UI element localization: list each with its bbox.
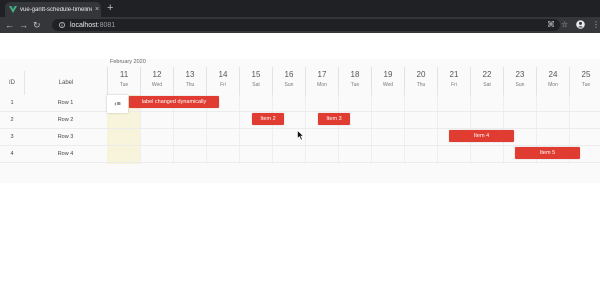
day-weekday: Fri bbox=[220, 82, 226, 88]
day-header: 15 Sat bbox=[239, 67, 272, 95]
day-weekday: Tue bbox=[350, 82, 360, 88]
month-label: February 2020 bbox=[110, 59, 146, 65]
day-number: 21 bbox=[449, 70, 459, 79]
day-header: 24 Mon bbox=[536, 67, 569, 95]
day-header: 22 Sat bbox=[470, 67, 503, 95]
gantt-chart: February 2020 ID Label 11 Tue 12 Wed 13 Thu… bbox=[0, 59, 600, 183]
day-weekday: Mon bbox=[317, 82, 327, 88]
mouse-cursor-icon bbox=[297, 130, 305, 141]
bookmark-star-icon[interactable]: ☆ bbox=[561, 20, 568, 30]
day-header: 11 Tue bbox=[107, 67, 140, 95]
gantt-item[interactable]: Item 4 bbox=[449, 130, 514, 142]
profile-avatar-icon[interactable] bbox=[576, 20, 585, 29]
row-id: 3 bbox=[10, 134, 14, 140]
day-weekday: Tue bbox=[119, 82, 129, 88]
label-column-header[interactable]: Label bbox=[24, 71, 107, 95]
forward-button[interactable]: → bbox=[19, 20, 28, 30]
browser-tab[interactable]: vue-gantt-schedule-timeline-c × bbox=[5, 2, 101, 17]
row-label: Row 1 bbox=[57, 100, 74, 106]
info-icon bbox=[59, 22, 65, 28]
gantt-row[interactable]: 4 Row 4 bbox=[0, 146, 600, 163]
gantt-row[interactable]: 2 Row 2 bbox=[0, 112, 600, 129]
day-header: 16 Sun bbox=[272, 67, 305, 95]
day-header: 25 Tue bbox=[569, 67, 600, 95]
day-header: 23 Sun bbox=[503, 67, 536, 95]
row-label: Row 3 bbox=[57, 134, 74, 140]
day-weekday: Thu bbox=[416, 82, 426, 88]
day-number: 19 bbox=[383, 70, 393, 79]
day-number: 22 bbox=[482, 70, 492, 79]
reload-button[interactable]: ↻ bbox=[33, 20, 41, 30]
page-content: February 2020 ID Label 11 Tue 12 Wed 13 Thu… bbox=[0, 33, 600, 292]
day-weekday: Thu bbox=[185, 82, 195, 88]
day-header: 21 Fri bbox=[437, 67, 470, 95]
gantt-item[interactable]: Item 3 bbox=[318, 113, 350, 125]
day-header: 19 Wed bbox=[371, 67, 404, 95]
row-id: 2 bbox=[10, 117, 14, 123]
day-weekday: Mon bbox=[548, 82, 558, 88]
day-number: 23 bbox=[515, 70, 525, 79]
day-number: 25 bbox=[581, 70, 591, 79]
day-weekday: Wed bbox=[382, 82, 394, 88]
day-header-row: 11 Tue 12 Wed 13 Thu 14 Fri 15 Sat 16 Sun 17 Mo… bbox=[107, 67, 600, 95]
day-number: 24 bbox=[548, 70, 558, 79]
day-weekday: Sun bbox=[284, 82, 294, 88]
day-header: 17 Mon bbox=[305, 67, 338, 95]
browser-tab-bar: vue-gantt-schedule-timeline-c × + bbox=[0, 0, 600, 17]
close-tab-icon[interactable]: × bbox=[95, 6, 99, 13]
day-weekday: Wed bbox=[151, 82, 163, 88]
day-weekday: Sat bbox=[252, 82, 260, 88]
day-header: 12 Wed bbox=[140, 67, 173, 95]
day-number: 17 bbox=[317, 70, 327, 79]
gantt-item[interactable]: label changed dynamically bbox=[129, 96, 219, 108]
day-weekday: Tue bbox=[581, 82, 591, 88]
browser-menu-icon[interactable]: ⋮ bbox=[592, 20, 600, 30]
day-number: 18 bbox=[350, 70, 360, 79]
address-bar[interactable]: localhost :8081 bbox=[52, 19, 560, 31]
gantt-item[interactable]: Item 2 bbox=[252, 113, 284, 125]
list-toggle-button[interactable]: ‹≡ bbox=[107, 95, 128, 113]
day-header: 20 Thu bbox=[404, 67, 437, 95]
tab-title: vue-gantt-schedule-timeline-c bbox=[20, 6, 92, 13]
day-number: 11 bbox=[119, 70, 129, 79]
back-button[interactable]: ← bbox=[5, 20, 14, 30]
gantt-item[interactable]: Item 5 bbox=[515, 147, 580, 159]
day-weekday: Sun bbox=[515, 82, 525, 88]
url-host: localhost bbox=[70, 21, 98, 29]
new-tab-button[interactable]: + bbox=[107, 2, 113, 15]
day-header: 18 Tue bbox=[338, 67, 371, 95]
id-column-header[interactable]: ID bbox=[0, 71, 24, 95]
day-weekday: Fri bbox=[451, 82, 457, 88]
day-number: 12 bbox=[152, 70, 162, 79]
day-number: 16 bbox=[284, 70, 294, 79]
browser-toolbar: ← → ↻ localhost :8081 ⌘ ☆ ⋮ bbox=[0, 17, 600, 33]
day-number: 15 bbox=[251, 70, 261, 79]
vue-logo-icon bbox=[9, 6, 17, 13]
gantt-row[interactable]: 1 Row 1 bbox=[0, 95, 600, 112]
day-number: 20 bbox=[416, 70, 426, 79]
row-id: 4 bbox=[10, 151, 14, 157]
day-number: 13 bbox=[185, 70, 195, 79]
day-number: 14 bbox=[218, 70, 228, 79]
row-label: Row 4 bbox=[57, 151, 74, 157]
day-weekday: Sat bbox=[483, 82, 491, 88]
row-label: Row 2 bbox=[57, 117, 74, 123]
translate-icon[interactable]: ⌘ bbox=[547, 20, 555, 30]
url-port: :8081 bbox=[97, 21, 116, 29]
row-id: 1 bbox=[10, 100, 14, 106]
day-header: 14 Fri bbox=[206, 67, 239, 95]
day-header: 13 Thu bbox=[173, 67, 206, 95]
